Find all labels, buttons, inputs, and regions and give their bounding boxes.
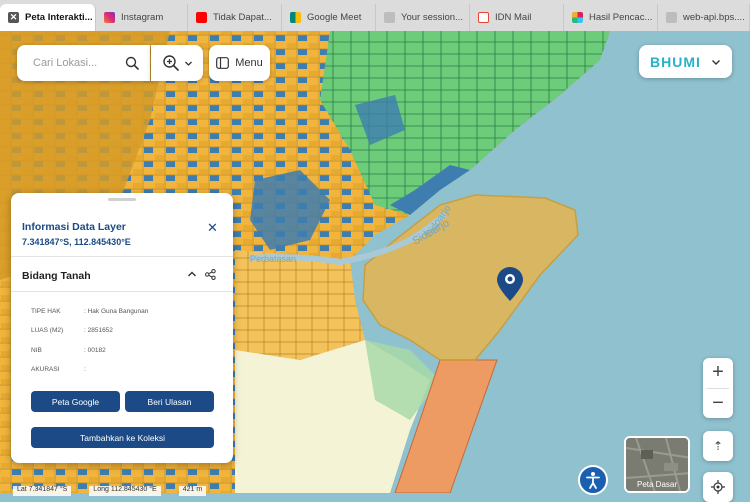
coordinate-status-bar: Lat 7.341847 °S Long 112.845430 °E 421 m xyxy=(13,486,303,496)
menu-label: Menu xyxy=(235,57,263,69)
zoom-search-icon xyxy=(162,55,179,71)
attr-row-nib: NIB : 00182 xyxy=(31,347,106,354)
info-panel: Informasi Data Layer 7.341847°S, 112.845… xyxy=(11,193,233,463)
tambahkan-koleksi-button[interactable]: Tambahkan ke Koleksi xyxy=(31,427,214,448)
browser-tab-bar: ✕ Peta Interakti... Instagram Tidak Dapa… xyxy=(0,0,750,32)
search-bar xyxy=(17,45,150,81)
compass-button[interactable]: ⇡ xyxy=(703,431,733,461)
chevron-down-icon xyxy=(184,61,192,66)
bhumi-logo: BHUMI xyxy=(650,53,701,70)
page-icon xyxy=(666,12,677,23)
close-icon[interactable]: ✕ xyxy=(207,220,218,236)
google-meet-icon xyxy=(290,12,301,23)
divider xyxy=(11,291,233,292)
menu-button[interactable]: Menu xyxy=(209,45,270,81)
peta-google-button[interactable]: Peta Google xyxy=(31,391,120,412)
tab-hasil-pencacahan[interactable]: Hasil Pencac... xyxy=(564,4,658,31)
share-icon[interactable] xyxy=(205,269,216,280)
search-icon[interactable] xyxy=(125,56,139,70)
close-icon[interactable]: ✕ xyxy=(8,12,19,23)
chevron-up-icon[interactable] xyxy=(187,269,197,279)
divider xyxy=(11,256,233,257)
compass-icon: ⇡ xyxy=(712,439,724,453)
basemap-label: Peta Dasar xyxy=(636,480,678,489)
longitude-readout: Long 112.845430 °E xyxy=(89,486,161,496)
locate-icon xyxy=(711,480,725,494)
panel-coordinates: 7.341847°S, 112.845430°E xyxy=(22,237,131,247)
basemap-selector[interactable]: Peta Dasar xyxy=(624,436,690,493)
youtube-icon xyxy=(196,12,207,23)
river-label-3: Perbatasan xyxy=(250,254,296,264)
section-title: Bidang Tanah xyxy=(22,270,91,282)
accessibility-icon xyxy=(586,472,600,489)
zoom-controls: + − xyxy=(703,358,733,418)
page-icon xyxy=(384,12,395,23)
instagram-icon xyxy=(104,12,115,23)
attr-row-akurasi: AKURASI : xyxy=(31,366,86,373)
slack-icon xyxy=(572,12,583,23)
locate-button[interactable] xyxy=(703,472,733,502)
beri-ulasan-button[interactable]: Beri Ulasan xyxy=(125,391,214,412)
attr-row-luas: LUAS (M2) : 2851652 xyxy=(31,327,113,334)
tab-youtube[interactable]: Tidak Dapat... xyxy=(188,4,282,31)
search-zoom-button[interactable] xyxy=(151,45,203,81)
accessibility-button[interactable] xyxy=(578,465,608,495)
tab-web-api-bps[interactable]: web-api.bps.... xyxy=(658,4,750,31)
tab-google-meet[interactable]: Google Meet xyxy=(282,4,376,31)
drag-handle[interactable] xyxy=(108,198,136,201)
brand-switcher[interactable]: BHUMI xyxy=(639,45,732,78)
sidebar-panel-icon xyxy=(216,57,230,69)
chevron-down-icon xyxy=(711,59,720,65)
latitude-readout: Lat 7.341847 °S xyxy=(13,486,72,496)
tab-idn-mail[interactable]: IDN Mail xyxy=(470,4,564,31)
tab-session[interactable]: Your session... xyxy=(376,4,470,31)
tab-instagram[interactable]: Instagram xyxy=(96,4,188,31)
panel-title: Informasi Data Layer xyxy=(22,221,126,233)
zoom-out-button[interactable]: − xyxy=(712,389,724,419)
tab-peta-interaktif[interactable]: ✕ Peta Interakti... xyxy=(0,4,96,31)
search-input[interactable] xyxy=(31,56,125,70)
attr-row-tipe-hak: TIPE HAK : Hak Guna Bangunan xyxy=(31,308,149,315)
scale-readout: 421 m xyxy=(178,486,207,496)
gmail-icon xyxy=(478,12,489,23)
zoom-in-button[interactable]: + xyxy=(712,358,724,388)
